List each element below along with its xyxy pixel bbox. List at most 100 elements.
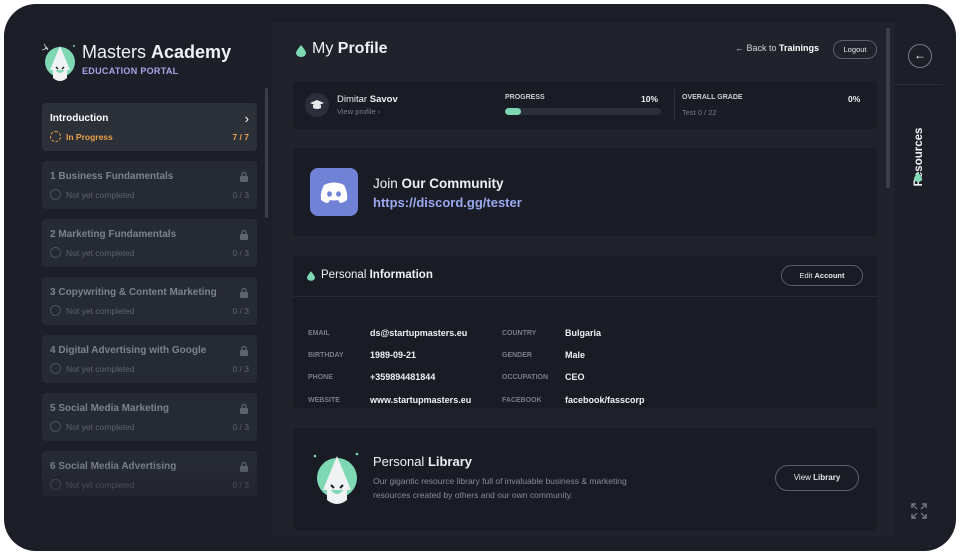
country-label: COUNTRY (502, 330, 537, 337)
divider (674, 89, 675, 121)
info-heading: Personal Information (321, 269, 433, 281)
brand-subtitle: EDUCATION PORTAL (82, 66, 179, 76)
module-count: 0 / 3 (232, 248, 249, 258)
wizard-logo-icon (313, 452, 359, 504)
status-circle-icon (50, 189, 61, 200)
module-count: 7 / 7 (232, 132, 249, 142)
module-count: 0 / 3 (232, 422, 249, 432)
library-description: Our gigantic resource library full of in… (373, 476, 627, 500)
in-progress-icon (50, 131, 61, 142)
facebook-value: facebook/fasscorp (565, 395, 645, 405)
edit-account-button[interactable]: Edit Account (781, 265, 863, 286)
module-status: Not yet completed (66, 480, 135, 490)
view-library-button[interactable]: View Library (775, 465, 859, 491)
email-value: ds@startupmasters.eu (370, 328, 468, 338)
facebook-label: FACEBOOK (502, 397, 542, 404)
email-label: EMAIL (308, 330, 330, 337)
gender-label: GENDER (502, 352, 532, 359)
view-profile-link[interactable]: View profile › (337, 107, 380, 116)
lock-icon (240, 345, 248, 356)
discord-link[interactable]: https://discord.gg/tester (373, 195, 522, 210)
test-count: Test 0 / 22 (682, 108, 717, 117)
website-label: WEBSITE (308, 397, 340, 404)
module-count: 0 / 3 (232, 190, 249, 200)
page-title: My Profile (312, 40, 388, 57)
arrow-left-icon: ← (914, 48, 926, 62)
sidebar-scrollbar[interactable] (265, 88, 268, 218)
grade-label: OVERALL GRADE (682, 94, 743, 101)
birthday-value: 1989-09-21 (370, 350, 417, 360)
status-circle-icon (50, 305, 61, 316)
progress-bar-fill (505, 108, 521, 115)
lock-icon (240, 461, 248, 472)
personal-information-card: Personal Information Edit Account EMAIL … (293, 256, 877, 408)
drop-icon (296, 45, 306, 57)
birthday-label: BIRTHDAY (308, 352, 344, 359)
website-value: www.startupmasters.eu (370, 395, 472, 405)
gender-value: Male (565, 350, 586, 360)
back-to-trainings-link[interactable]: ← Back to Trainings (735, 43, 819, 53)
module-status: In Progress (66, 132, 113, 142)
status-circle-icon (50, 479, 61, 490)
community-heading: Join Our Community (373, 176, 504, 191)
divider (293, 296, 877, 297)
module-status: Not yet completed (66, 190, 135, 200)
progress-percent: 10% (641, 94, 659, 104)
module-count: 0 / 3 (232, 480, 249, 490)
main-content: My Profile ← Back to Trainings Logout Di… (272, 22, 894, 536)
brand-logo[interactable]: Masters Academy EDUCATION PORTAL (40, 40, 260, 84)
resources-rail: ← Resources (894, 22, 943, 536)
occupation-label: OCCUPATION (502, 374, 549, 381)
module-status: Not yet completed (66, 422, 135, 432)
chevron-right-icon: › (244, 111, 249, 126)
module-status: Not yet completed (66, 306, 135, 316)
module-title: 3 Copywriting & Content Marketing (50, 287, 217, 298)
library-heading: Personal Library (373, 454, 473, 469)
lock-icon (240, 171, 248, 182)
collapse-button[interactable]: ← (908, 44, 932, 68)
discord-logo-icon (320, 182, 348, 203)
app-screen: Masters Academy EDUCATION PORTAL Introdu… (26, 22, 943, 536)
progress-card: Dimitar Savov View profile › PROGRESS 10… (293, 81, 877, 129)
module-list: Introduction › In Progress 7 / 7 1 Busin… (42, 102, 258, 496)
module-item-introduction[interactable]: Introduction › In Progress 7 / 7 (42, 103, 257, 151)
lock-icon (240, 229, 248, 240)
expand-icon[interactable] (910, 502, 928, 520)
module-status: Not yet completed (66, 364, 135, 374)
module-count: 0 / 3 (232, 306, 249, 316)
module-item-digital-advertising[interactable]: 4 Digital Advertising with Google Not ye… (42, 335, 257, 383)
user-name: Dimitar Savov (337, 94, 398, 105)
divider (894, 84, 943, 85)
module-item-copywriting[interactable]: 3 Copywriting & Content Marketing Not ye… (42, 277, 257, 325)
module-title: 4 Digital Advertising with Google (50, 345, 207, 356)
brand-title: Masters Academy (82, 42, 232, 62)
lock-icon (240, 287, 248, 298)
module-item-business-fundamentals[interactable]: 1 Business Fundamentals Not yet complete… (42, 161, 257, 209)
phone-label: PHONE (308, 374, 333, 381)
graduation-cap-icon (310, 100, 324, 109)
resources-tab[interactable]: Resources (904, 102, 934, 212)
module-title: 2 Marketing Fundamentals (50, 229, 177, 240)
module-status: Not yet completed (66, 248, 135, 258)
country-value: Bulgaria (565, 328, 602, 338)
module-item-social-media-advertising[interactable]: 6 Social Media Advertising Not yet compl… (42, 451, 257, 496)
occupation-value: CEO (565, 372, 585, 382)
community-card: Join Our Community https://discord.gg/te… (293, 148, 877, 236)
module-title: 5 Social Media Marketing (50, 403, 169, 414)
logout-button[interactable]: Logout (833, 40, 877, 59)
sidebar: Masters Academy EDUCATION PORTAL Introdu… (26, 22, 272, 536)
module-title: 6 Social Media Advertising (50, 461, 177, 472)
progress-label: PROGRESS (505, 94, 545, 101)
status-circle-icon (50, 363, 61, 374)
wizard-logo-icon (41, 43, 75, 81)
discord-icon[interactable] (310, 168, 358, 216)
module-title: 1 Business Fundamentals (50, 171, 174, 182)
drop-icon (307, 271, 315, 281)
module-item-social-media-marketing[interactable]: 5 Social Media Marketing Not yet complet… (42, 393, 257, 441)
lock-icon (240, 403, 248, 414)
avatar[interactable] (305, 93, 329, 117)
drop-icon (914, 172, 922, 182)
module-item-marketing-fundamentals[interactable]: 2 Marketing Fundamentals Not yet complet… (42, 219, 257, 267)
phone-value: +359894481844 (370, 372, 436, 382)
main-scrollbar[interactable] (886, 28, 890, 188)
